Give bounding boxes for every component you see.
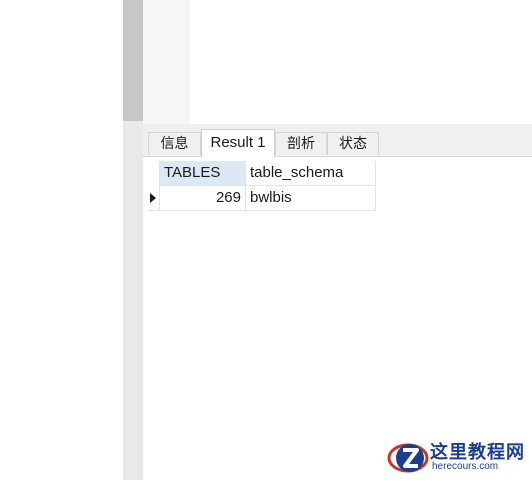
row-indicator xyxy=(148,186,160,211)
result-tabbar: 信息 Result 1 剖析 状态 xyxy=(143,128,532,157)
watermark-logo-icon xyxy=(387,443,429,473)
tab-result-1[interactable]: Result 1 xyxy=(201,129,275,157)
scrollbar-thumb[interactable] xyxy=(123,0,143,121)
cell-table-schema[interactable]: bwlbis xyxy=(246,186,376,211)
header-corner xyxy=(148,161,160,186)
column-header-table-schema[interactable]: table_schema xyxy=(246,161,376,186)
watermark-url: herecours.com xyxy=(432,461,499,472)
sql-editor[interactable] xyxy=(143,0,532,124)
results-pane: 信息 Result 1 剖析 状态 TABLES table_schema 26… xyxy=(143,128,532,480)
tab-profile[interactable]: 剖析 xyxy=(275,132,327,155)
column-header-tables[interactable]: TABLES xyxy=(160,161,246,186)
left-pane xyxy=(0,0,123,480)
editor-gutter xyxy=(143,0,190,124)
tab-info[interactable]: 信息 xyxy=(148,132,201,155)
cell-tables[interactable]: 269 xyxy=(160,186,246,211)
tab-status[interactable]: 状态 xyxy=(327,132,379,155)
vertical-scrollbar[interactable] xyxy=(123,0,143,480)
current-row-arrow-icon xyxy=(150,193,156,203)
watermark: 这里教程网 herecours.com xyxy=(386,434,532,480)
